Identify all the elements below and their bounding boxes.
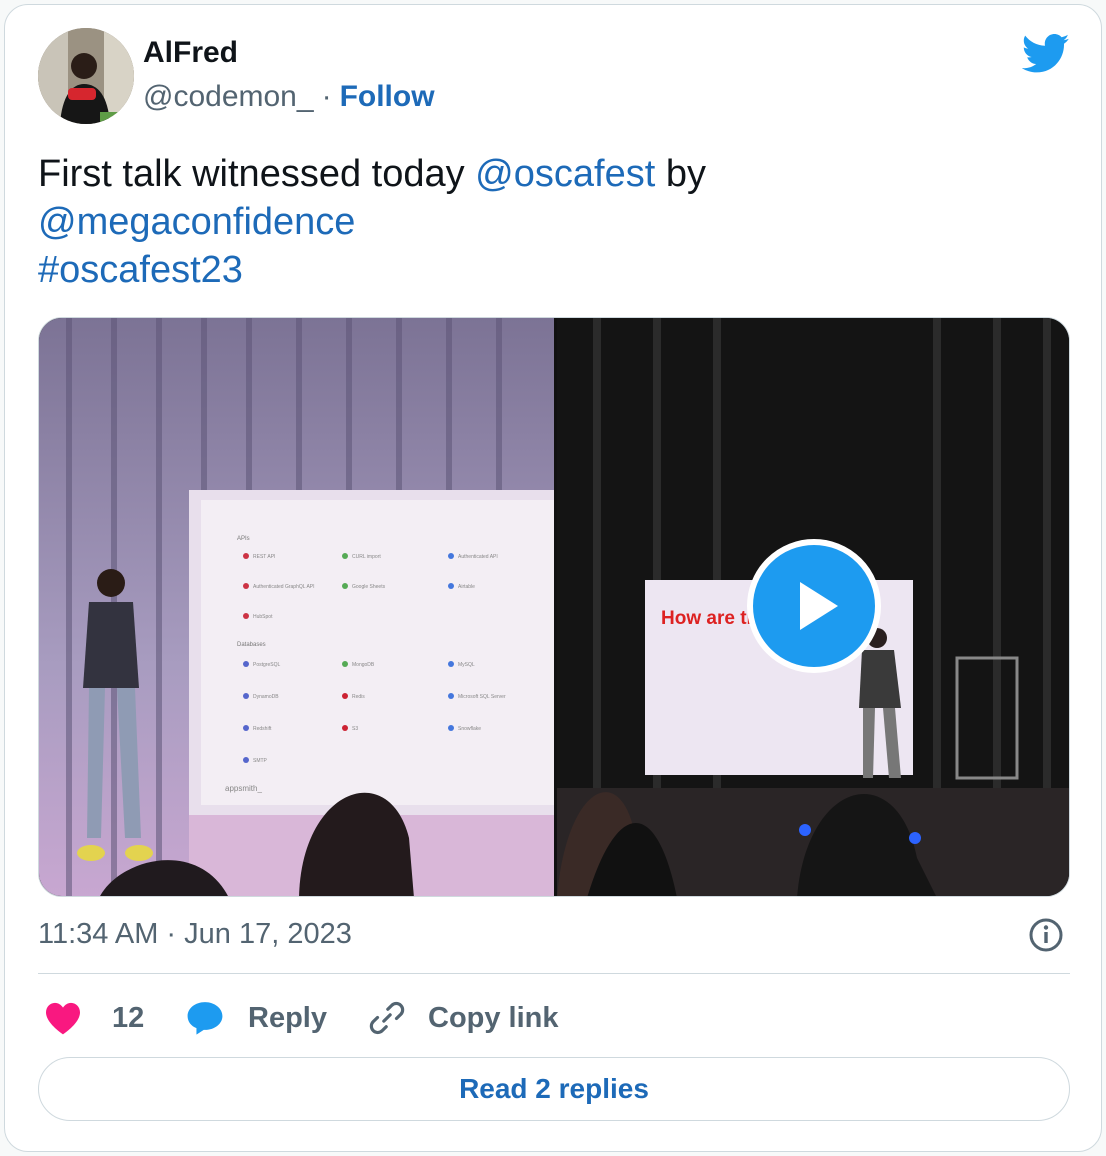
slide-item-label: Microsoft SQL Server — [458, 694, 506, 700]
slide-item-label: PostgreSQL — [253, 662, 280, 668]
tweet-text: First talk witnessed today @oscafest by … — [38, 150, 1068, 294]
slide-item-label: Authenticated GraphQL API — [253, 584, 315, 590]
slide-footer: appsmith_ — [225, 784, 262, 793]
heart-icon — [46, 1002, 80, 1035]
action-bar: 12 Reply Copy link — [38, 992, 1070, 1044]
slide-item-label: Redshift — [253, 726, 272, 732]
slide-item-label: Airtable — [458, 584, 475, 590]
follow-link[interactable]: Follow — [340, 80, 435, 114]
slide-item-label: Authenticated API — [458, 554, 498, 560]
hashtag-oscafest23[interactable]: #oscafest23 — [38, 249, 243, 291]
conference-photo[interactable]: APIs Databases appsmith_ REST API CURL im… — [39, 318, 554, 897]
reply-button[interactable]: Reply — [186, 992, 327, 1044]
slide-section-apis: APIs — [237, 536, 250, 542]
video-container[interactable]: How are th — [557, 318, 1069, 896]
slide-item-label: Redis — [352, 694, 365, 700]
slide-item-label: DynamoDB — [253, 694, 279, 700]
reply-bubble-icon — [187, 1002, 223, 1035]
slide-item-label: REST API — [253, 554, 275, 560]
author-handle[interactable]: @codemon_ — [143, 80, 314, 114]
like-count: 12 — [112, 1001, 145, 1034]
copy-link-button[interactable]: Copy link — [368, 992, 559, 1044]
avatar[interactable] — [38, 28, 134, 124]
slide-item-label: Google Sheets — [352, 584, 386, 590]
twitter-bird-icon[interactable] — [1022, 34, 1070, 74]
read-replies-button[interactable]: Read 2 replies — [38, 1057, 1070, 1121]
author-name[interactable]: AlFred — [143, 36, 238, 70]
info-icon[interactable] — [1028, 917, 1064, 953]
divider — [38, 973, 1070, 974]
slide-item-label: CURL import — [352, 554, 381, 560]
link-icon — [369, 1001, 405, 1035]
reply-label: Reply — [248, 1001, 327, 1034]
tweet-text-part: First talk witnessed today — [38, 153, 476, 195]
slide-item-label: Snowflake — [458, 726, 481, 732]
slide-item-label: SMTP — [253, 758, 268, 764]
media-grid: APIs Databases appsmith_ REST API CURL im… — [38, 317, 1070, 897]
tweet-timestamp[interactable]: 11:34 AM · Jun 17, 2023 — [38, 918, 352, 951]
mention-megaconfidence[interactable]: @megaconfidence — [38, 201, 355, 243]
slide-item-label: MongoDB — [352, 662, 375, 668]
slide-item-label: S3 — [352, 726, 358, 732]
play-button[interactable] — [747, 539, 881, 673]
tweet-text-part: by — [655, 153, 706, 195]
like-button[interactable]: 12 — [38, 992, 144, 1044]
slide-item-label: MySQL — [458, 662, 475, 668]
slide-section-databases: Databases — [237, 642, 266, 648]
mention-oscafest[interactable]: @oscafest — [475, 153, 655, 195]
separator-dot: · — [321, 80, 332, 113]
copy-link-label: Copy link — [428, 1001, 559, 1034]
slide-headline: How are th — [661, 608, 758, 629]
author-handle-row: @codemon_ · Follow — [143, 80, 435, 114]
slide-item-label: HubSpot — [253, 614, 273, 620]
play-icon — [800, 582, 838, 630]
